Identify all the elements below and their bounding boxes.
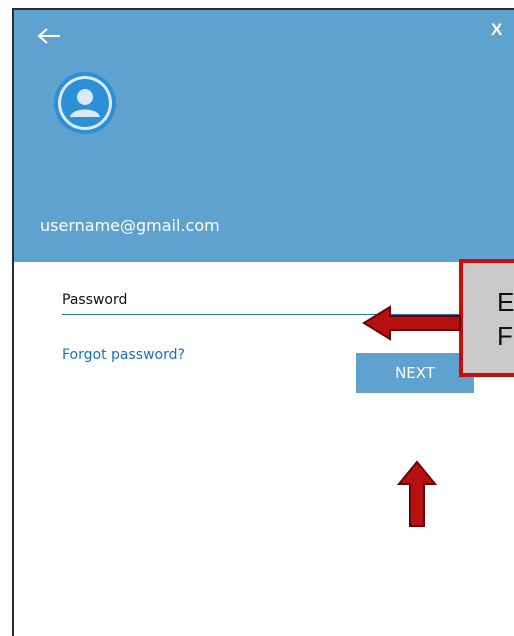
annotation-callout: E F	[459, 259, 514, 377]
annotation-arrow-up-icon	[396, 460, 438, 527]
arrow-left-icon	[37, 28, 60, 44]
avatar	[54, 72, 116, 134]
user-avatar-icon	[58, 76, 112, 130]
next-button[interactable]: NEXT	[356, 353, 474, 393]
close-button[interactable]: X	[491, 20, 511, 46]
annotation-arrow-left-icon	[362, 305, 461, 341]
forgot-password-link[interactable]: Forgot password?	[62, 347, 185, 363]
account-email: username@gmail.com	[40, 216, 220, 235]
back-button[interactable]	[36, 26, 64, 46]
callout-text-line-2: F	[497, 321, 513, 351]
callout-text-line-1: E	[497, 287, 514, 317]
